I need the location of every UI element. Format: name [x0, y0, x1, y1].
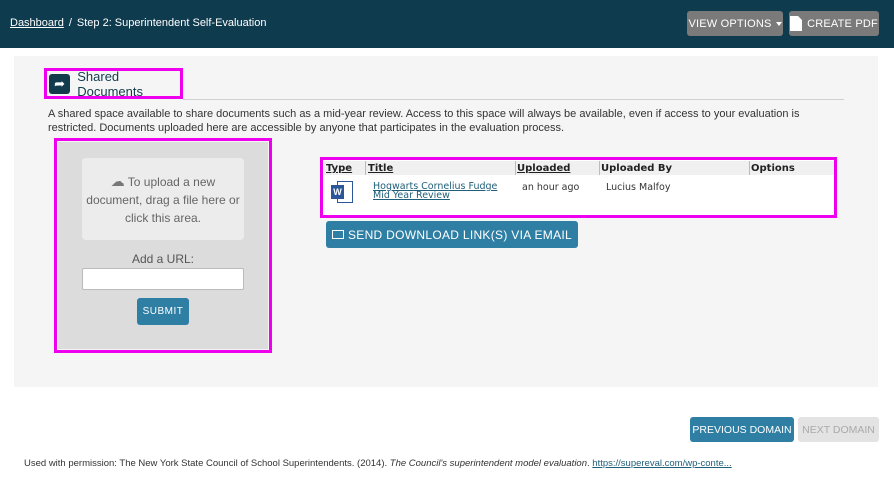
column-header-options: Options: [751, 163, 795, 174]
column-divider: [749, 161, 750, 175]
section-header: ➦ Shared Documents: [44, 68, 183, 99]
document-uploaded-time: an hour ago: [522, 182, 580, 193]
word-document-icon: W: [331, 181, 353, 203]
breadcrumb-separator: /: [68, 17, 72, 29]
citation-link[interactable]: https://supereval.com/wp-conte...: [592, 458, 731, 469]
column-header-title[interactable]: Title: [368, 163, 393, 174]
column-divider: [515, 161, 516, 175]
caret-down-icon: [775, 21, 782, 26]
url-label: Add a URL:: [131, 252, 195, 266]
share-icon: ➦: [49, 73, 71, 94]
envelope-icon: [331, 230, 344, 239]
citation-title: The Council's superintendent model evalu…: [389, 458, 587, 469]
column-header-type[interactable]: Type: [326, 163, 352, 174]
section-divider: [183, 99, 844, 100]
view-options-label: VIEW OPTIONS: [688, 17, 772, 30]
citation: Used with permission: The New York State…: [24, 458, 732, 469]
previous-domain-button[interactable]: PREVIOUS DOMAIN: [690, 417, 794, 442]
section-description: A shared space available to share docume…: [48, 108, 800, 134]
submit-button[interactable]: SUBMIT: [137, 298, 189, 325]
column-divider: [365, 161, 366, 175]
view-options-button[interactable]: VIEW OPTIONS: [687, 11, 783, 36]
column-header-uploaded[interactable]: Uploaded: [517, 163, 570, 174]
breadcrumb: Dashboard / Step 2: Superintendent Self-Ev…: [10, 17, 266, 29]
create-pdf-label: CREATE PDF: [807, 17, 878, 30]
document-uploaded-by: Lucius Malfoy: [606, 182, 671, 193]
file-drop-area[interactable]: ☁ To upload a new document, drag a file h…: [82, 158, 244, 240]
send-download-links-label: SEND DOWNLOAD LINK(S) VIA EMAIL: [347, 227, 572, 242]
breadcrumb-current: Step 2: Superintendent Self-Evaluation: [76, 17, 267, 29]
create-pdf-button[interactable]: CREATE PDF: [789, 11, 879, 36]
next-domain-button[interactable]: NEXT DOMAIN: [798, 417, 879, 442]
url-input[interactable]: [82, 268, 244, 290]
column-header-uploaded-by: Uploaded By: [601, 163, 673, 174]
document-title-link[interactable]: Hogwarts Cornelius Fudge Mid Year Review: [373, 182, 508, 201]
breadcrumb-dashboard-link[interactable]: Dashboard: [10, 17, 64, 29]
drop-area-text: To upload a new document, drag a file he…: [86, 175, 240, 225]
citation-prefix: Used with permission: The New York State…: [24, 458, 388, 469]
section-title: Shared Documents: [77, 68, 143, 99]
cloud-upload-icon: ☁: [110, 173, 125, 189]
pdf-icon: [790, 16, 803, 31]
column-divider: [599, 161, 600, 175]
send-download-links-button[interactable]: SEND DOWNLOAD LINK(S) VIA EMAIL: [326, 221, 578, 248]
